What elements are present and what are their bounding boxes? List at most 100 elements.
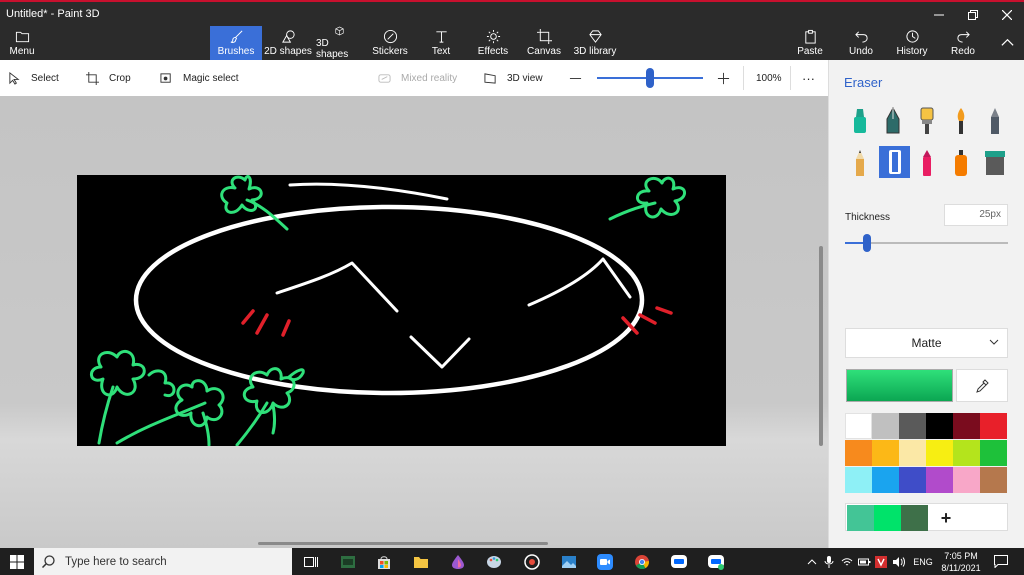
tab-stickers[interactable]: Stickers <box>368 26 412 60</box>
magic-select-button[interactable]: Magic select <box>160 60 239 96</box>
tab-effects[interactable]: Effects <box>472 26 514 60</box>
more-options-button[interactable]: ··· <box>802 60 815 96</box>
notification-center-button[interactable] <box>991 548 1011 575</box>
taskbar-app-paint3d[interactable] <box>443 548 473 575</box>
palette-swatch[interactable] <box>872 413 899 439</box>
paste-button[interactable]: Paste <box>794 26 826 60</box>
palette-swatch[interactable] <box>845 467 872 493</box>
taskbar-app-media[interactable] <box>517 548 547 575</box>
vertical-scrollbar[interactable] <box>819 246 823 446</box>
task-view-button[interactable] <box>296 548 326 575</box>
palette-swatch[interactable] <box>845 440 872 466</box>
microphone-button[interactable] <box>821 548 837 575</box>
redo-button[interactable]: Redo <box>948 26 978 60</box>
palette-swatch[interactable] <box>953 440 980 466</box>
palette-swatch[interactable] <box>926 440 953 466</box>
pixel-pen-icon <box>991 108 999 134</box>
brush-calligraphy-pen[interactable] <box>879 106 907 136</box>
palette-swatch[interactable] <box>845 413 872 439</box>
palette-swatch[interactable] <box>872 467 899 493</box>
select-button[interactable]: Select <box>8 60 59 96</box>
brush-eraser[interactable] <box>879 146 910 178</box>
vietkey-button[interactable] <box>874 548 888 575</box>
crop-button[interactable]: Crop <box>86 60 131 96</box>
tab-3d-library[interactable]: 3D library <box>572 26 618 60</box>
tab-brushes[interactable]: Brushes <box>210 26 262 60</box>
language-indicator[interactable]: ENG <box>910 548 936 575</box>
brush-pixel-pen[interactable] <box>981 106 1009 136</box>
brush-fill[interactable] <box>981 148 1009 178</box>
brush-spray-can[interactable] <box>947 148 975 178</box>
clover-top-right <box>608 176 686 221</box>
zoom-in-button[interactable] <box>717 60 740 96</box>
chat-bubble-icon <box>671 554 687 568</box>
tab-2d-shapes[interactable]: 2D shapes <box>264 26 312 60</box>
taskbar-app-file-explorer[interactable] <box>406 548 436 575</box>
undo-button[interactable]: Undo <box>845 26 877 60</box>
palette-swatch[interactable] <box>899 413 926 439</box>
palette-swatch[interactable] <box>872 440 899 466</box>
microphone-icon <box>824 555 834 568</box>
palette-swatch[interactable] <box>899 440 926 466</box>
palette-swatch[interactable] <box>899 467 926 493</box>
close-button[interactable] <box>990 4 1024 26</box>
brush-oil[interactable] <box>913 106 941 136</box>
mixed-reality-button[interactable]: Mixed reality <box>378 60 457 96</box>
tab-canvas[interactable]: Canvas <box>524 26 564 60</box>
battery-button[interactable] <box>856 548 872 575</box>
palette-swatch[interactable] <box>926 413 953 439</box>
brush-crayon[interactable] <box>913 148 941 178</box>
3d-view-button[interactable]: 3D view <box>484 60 543 96</box>
minimize-button[interactable] <box>922 4 956 26</box>
history-button[interactable]: History <box>894 26 930 60</box>
add-color-button[interactable]: + <box>934 505 958 531</box>
thickness-slider-thumb[interactable] <box>863 234 871 252</box>
tab-3d-shapes[interactable]: 3D shapes <box>316 26 362 60</box>
horizontal-scrollbar[interactable] <box>258 542 548 545</box>
current-color[interactable] <box>846 369 953 402</box>
palette-swatch[interactable] <box>926 467 953 493</box>
palette-swatch[interactable] <box>953 467 980 493</box>
maximize-button[interactable] <box>956 4 990 26</box>
brush-pencil[interactable] <box>846 148 874 178</box>
thickness-input[interactable]: 25px <box>944 204 1008 226</box>
finish-dropdown[interactable]: Matte <box>845 328 1008 358</box>
taskbar-app-terminal[interactable] <box>333 548 363 575</box>
redo-icon <box>956 31 970 43</box>
drawing-canvas[interactable] <box>77 175 726 447</box>
zoom-out-button[interactable] <box>569 60 592 96</box>
taskbar-app-paint[interactable] <box>479 548 509 575</box>
palette-icon <box>487 555 501 568</box>
collapse-ribbon-button[interactable] <box>996 26 1018 60</box>
zoom-level[interactable]: 100% <box>756 60 782 96</box>
network-button[interactable] <box>839 548 855 575</box>
start-button[interactable] <box>2 548 32 575</box>
palette-swatch[interactable] <box>980 413 1007 439</box>
taskbar-search[interactable]: Type here to search <box>34 548 292 575</box>
menu-button[interactable]: Menu <box>0 26 44 60</box>
taskbar-app-zalo-alt[interactable] <box>701 548 731 575</box>
taskbar-app-chrome[interactable] <box>627 548 657 575</box>
canvas-workspace[interactable] <box>0 96 828 548</box>
palette-swatch[interactable] <box>953 413 980 439</box>
panel-title: Eraser <box>844 75 883 90</box>
custom-color-swatch[interactable] <box>874 505 901 531</box>
taskbar-app-photos[interactable] <box>554 548 584 575</box>
brushes-panel: Eraser Thickness 25px Matte + <box>828 60 1024 548</box>
taskbar-app-store[interactable] <box>369 548 399 575</box>
brush-watercolor[interactable] <box>947 106 975 136</box>
taskbar-app-zoom[interactable] <box>590 548 620 575</box>
custom-color-swatch[interactable] <box>847 505 874 531</box>
taskbar-clock[interactable]: 7:05 PM 8/11/2021 <box>936 550 986 574</box>
palette-swatch[interactable] <box>980 467 1007 493</box>
spray-can-icon <box>955 150 967 176</box>
zoom-slider-thumb[interactable] <box>646 68 654 88</box>
volume-button[interactable] <box>890 548 906 575</box>
taskbar-app-zalo[interactable] <box>664 548 694 575</box>
palette-swatch[interactable] <box>980 440 1007 466</box>
show-hidden-icons-button[interactable] <box>803 548 821 575</box>
tab-text[interactable]: Text <box>420 26 462 60</box>
brush-marker[interactable] <box>846 106 874 136</box>
custom-color-swatch[interactable] <box>901 505 928 531</box>
eyedropper-button[interactable] <box>956 369 1008 402</box>
